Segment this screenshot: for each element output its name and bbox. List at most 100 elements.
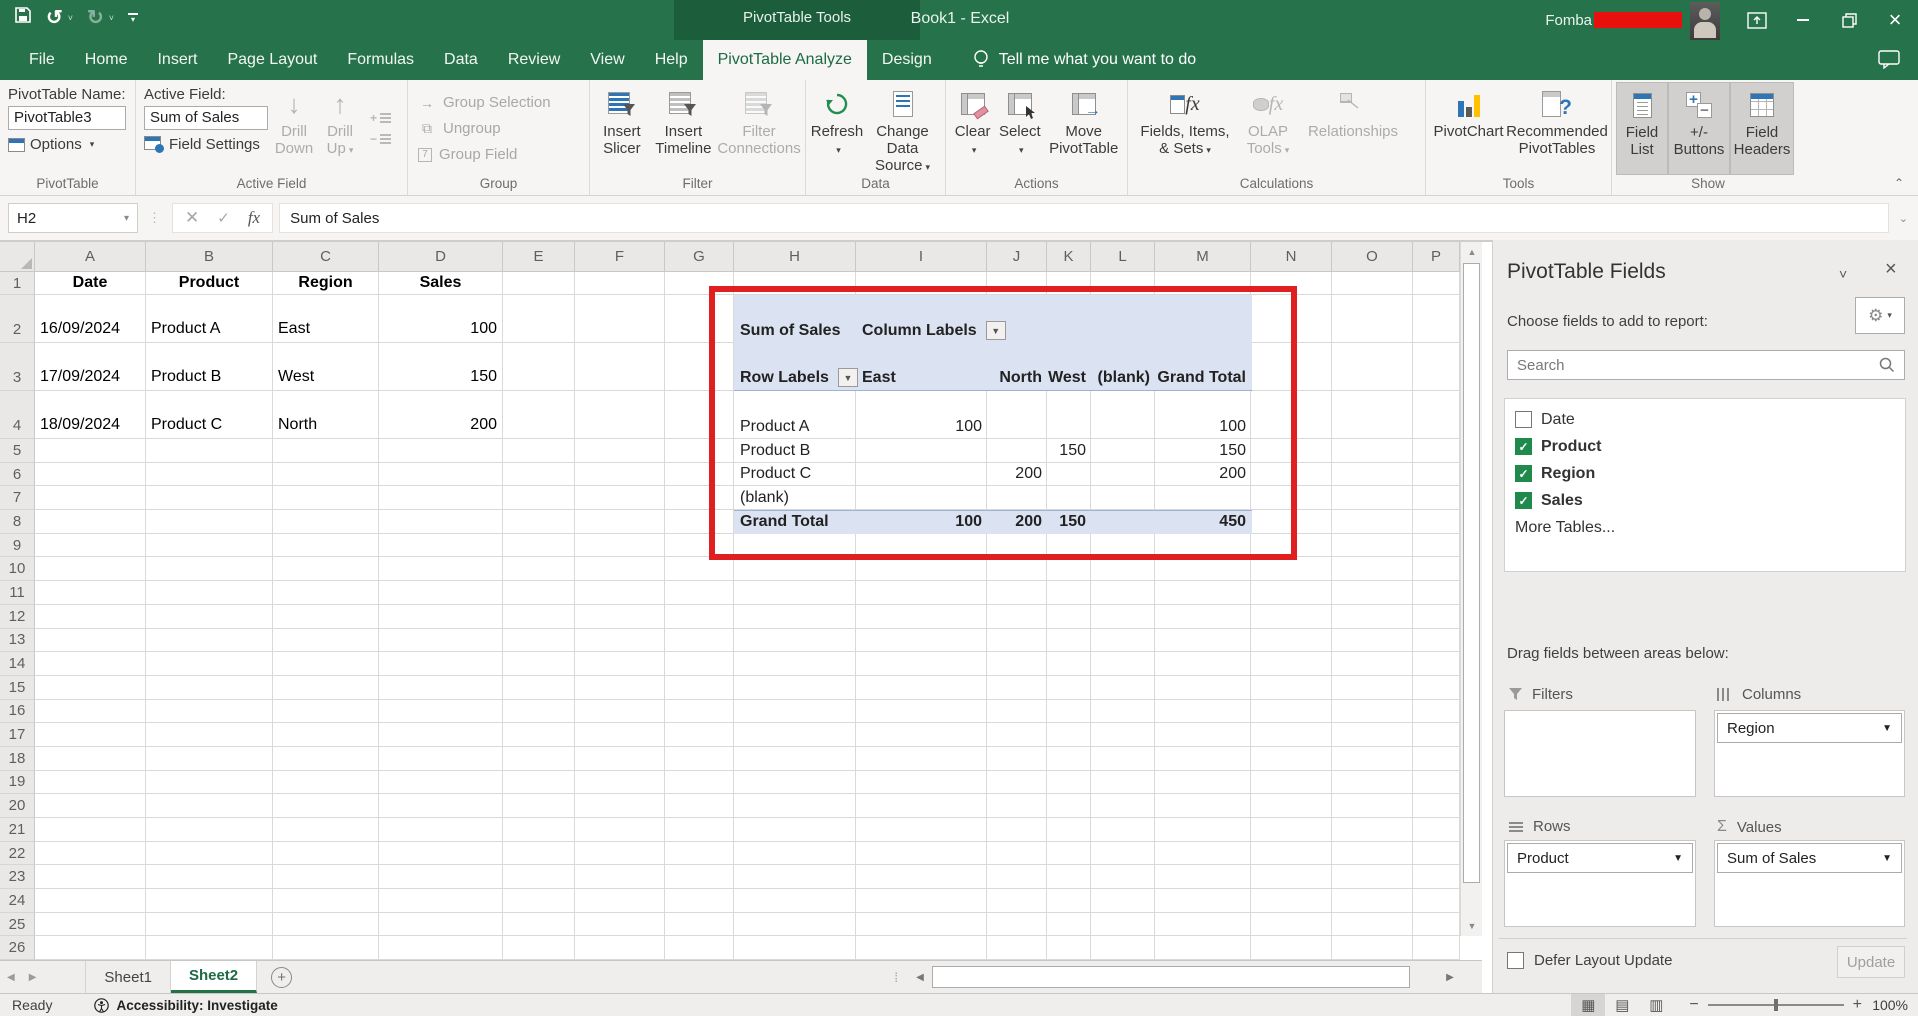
- cell-J10[interactable]: [987, 557, 1047, 582]
- cell-H21[interactable]: [734, 818, 856, 842]
- row-header-23[interactable]: 23: [0, 865, 35, 890]
- cell-J22[interactable]: [987, 841, 1047, 866]
- horizontal-scrollbar[interactable]: ◀ ▶: [908, 964, 1462, 990]
- cell-L19[interactable]: [1091, 770, 1155, 795]
- cell-K14[interactable]: [1047, 652, 1091, 676]
- cell-K10[interactable]: [1047, 557, 1091, 582]
- refresh-button[interactable]: Refresh ▾: [810, 82, 864, 175]
- tab-help[interactable]: Help: [640, 40, 703, 80]
- cell-E7[interactable]: [503, 486, 575, 511]
- cell-C10[interactable]: [273, 557, 379, 582]
- cell-K23[interactable]: [1047, 865, 1091, 890]
- cell-N11[interactable]: [1251, 581, 1332, 605]
- cell-P18[interactable]: [1413, 746, 1460, 771]
- cell-A5[interactable]: [35, 439, 146, 463]
- row-header-25[interactable]: 25: [0, 912, 35, 937]
- cell-B25[interactable]: [146, 912, 273, 937]
- cell-F14[interactable]: [575, 652, 665, 676]
- cell-I23[interactable]: [856, 865, 987, 890]
- cell-B23[interactable]: [146, 865, 273, 890]
- cell-O26[interactable]: [1332, 936, 1413, 960]
- cell-P2[interactable]: [1413, 295, 1460, 343]
- cell-C19[interactable]: [273, 770, 379, 795]
- cell-I22[interactable]: [856, 841, 987, 866]
- minimize-button[interactable]: [1780, 0, 1826, 40]
- cell-N10[interactable]: [1251, 557, 1332, 582]
- row-header-11[interactable]: 11: [0, 581, 35, 605]
- cell-A25[interactable]: [35, 912, 146, 937]
- pivotchart-button[interactable]: PivotChart: [1430, 82, 1507, 175]
- cell-B13[interactable]: [146, 628, 273, 653]
- cell-M10[interactable]: [1155, 557, 1251, 582]
- row-header-18[interactable]: 18: [0, 746, 35, 771]
- cell-L11[interactable]: [1091, 581, 1155, 605]
- cell-D19[interactable]: [379, 770, 503, 795]
- field-item-region[interactable]: ✓ Region: [1515, 460, 1895, 487]
- cell-E5[interactable]: [503, 439, 575, 463]
- cell-M22[interactable]: [1155, 841, 1251, 866]
- cell-J17[interactable]: [987, 723, 1047, 747]
- cell-C21[interactable]: [273, 818, 379, 842]
- cell-J26[interactable]: [987, 936, 1047, 960]
- cell-B3[interactable]: Product B: [146, 343, 273, 391]
- row-header-1[interactable]: 1: [0, 272, 35, 295]
- cell-O24[interactable]: [1332, 889, 1413, 913]
- cell-I14[interactable]: [856, 652, 987, 676]
- change-data-source-button[interactable]: Change Data Source ▾: [864, 82, 941, 175]
- cell-F12[interactable]: [575, 604, 665, 629]
- defer-checkbox[interactable]: [1507, 952, 1524, 969]
- cell-E25[interactable]: [503, 912, 575, 937]
- cell-I12[interactable]: [856, 604, 987, 629]
- cell-D10[interactable]: [379, 557, 503, 582]
- cell-G19[interactable]: [665, 770, 734, 795]
- cell-G10[interactable]: [665, 557, 734, 582]
- column-header-D[interactable]: D: [379, 242, 503, 272]
- row-header-22[interactable]: 22: [0, 841, 35, 866]
- cell-M15[interactable]: [1155, 675, 1251, 700]
- cell-C23[interactable]: [273, 865, 379, 890]
- cell-H20[interactable]: [734, 794, 856, 818]
- cell-C18[interactable]: [273, 746, 379, 771]
- cell-O9[interactable]: [1332, 533, 1413, 558]
- cell-K18[interactable]: [1047, 746, 1091, 771]
- cell-F18[interactable]: [575, 746, 665, 771]
- cell-J19[interactable]: [987, 770, 1047, 795]
- cell-C14[interactable]: [273, 652, 379, 676]
- cell-E17[interactable]: [503, 723, 575, 747]
- cell-K17[interactable]: [1047, 723, 1091, 747]
- tab-view[interactable]: View: [575, 40, 639, 80]
- cell-B20[interactable]: [146, 794, 273, 818]
- zoom-level[interactable]: 100%: [1862, 997, 1908, 1013]
- insert-function-icon[interactable]: fx: [248, 208, 260, 228]
- cell-O25[interactable]: [1332, 912, 1413, 937]
- cell-O22[interactable]: [1332, 841, 1413, 866]
- cell-B14[interactable]: [146, 652, 273, 676]
- cell-J18[interactable]: [987, 746, 1047, 771]
- column-header-M[interactable]: M: [1155, 242, 1251, 272]
- cell-O23[interactable]: [1332, 865, 1413, 890]
- field-list-toggle[interactable]: Field List: [1616, 82, 1668, 175]
- cell-N14[interactable]: [1251, 652, 1332, 676]
- cell-A23[interactable]: [35, 865, 146, 890]
- cell-K16[interactable]: [1047, 699, 1091, 724]
- cell-H14[interactable]: [734, 652, 856, 676]
- cell-P25[interactable]: [1413, 912, 1460, 937]
- cell-A16[interactable]: [35, 699, 146, 724]
- cell-D26[interactable]: [379, 936, 503, 960]
- cell-B1[interactable]: Product: [146, 272, 273, 295]
- cell-F9[interactable]: [575, 533, 665, 558]
- select-button[interactable]: Select ▾: [995, 82, 1044, 175]
- cell-G21[interactable]: [665, 818, 734, 842]
- area-pill-sum-of-sales[interactable]: Sum of Sales ▼: [1717, 843, 1902, 873]
- page-layout-view-icon[interactable]: ▤: [1605, 994, 1639, 1016]
- cell-E24[interactable]: [503, 889, 575, 913]
- cell-H12[interactable]: [734, 604, 856, 629]
- cell-M26[interactable]: [1155, 936, 1251, 960]
- more-tables-link[interactable]: More Tables...: [1515, 514, 1895, 541]
- cell-K12[interactable]: [1047, 604, 1091, 629]
- cell-L22[interactable]: [1091, 841, 1155, 866]
- cell-H13[interactable]: [734, 628, 856, 653]
- cell-N15[interactable]: [1251, 675, 1332, 700]
- cell-L17[interactable]: [1091, 723, 1155, 747]
- cell-G13[interactable]: [665, 628, 734, 653]
